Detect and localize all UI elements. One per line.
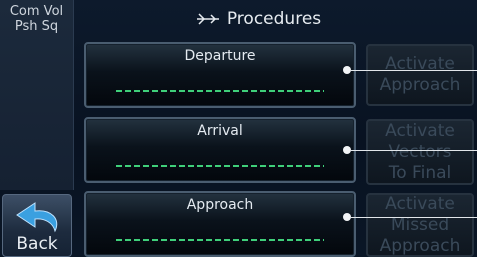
- page-title: Procedures: [226, 9, 322, 29]
- activate-approach-line1: Activate: [385, 54, 455, 74]
- back-button[interactable]: Back: [2, 194, 72, 257]
- activate-vectors-line2: Vectors: [388, 141, 452, 162]
- approach-callout-dot: [343, 213, 351, 221]
- airplane-icon: [196, 13, 219, 25]
- activate-missed-line3: Approach: [379, 235, 461, 256]
- arrival-callout-dot: [343, 146, 351, 154]
- approach-value-dashes: [116, 239, 324, 241]
- back-label: Back: [16, 234, 58, 254]
- activate-vectors-line3: To Final: [388, 162, 452, 183]
- com-vol-line2: Psh Sq: [14, 19, 59, 34]
- activate-approach-button[interactable]: Activate Approach: [366, 44, 474, 106]
- back-arrow-icon: [16, 202, 58, 233]
- activate-missed-button[interactable]: Activate Missed Approach: [366, 193, 474, 257]
- arrival-value-dashes: [116, 165, 324, 167]
- approach-label: Approach: [186, 197, 254, 213]
- arrival-label: Arrival: [197, 123, 243, 139]
- arrival-button[interactable]: Arrival: [84, 117, 356, 183]
- activate-missed-line1: Activate: [385, 193, 455, 214]
- activate-vectors-button[interactable]: Activate Vectors To Final: [366, 119, 474, 185]
- departure-callout-dot: [343, 66, 351, 74]
- departure-value-dashes: [116, 90, 324, 92]
- procedures-screen: Procedures Com Vol Psh Sq Back Departure…: [0, 0, 477, 257]
- departure-button[interactable]: Departure: [84, 42, 356, 108]
- com-vol-label: Com Vol Psh Sq: [0, 0, 74, 190]
- activate-vectors-line1: Activate: [385, 120, 455, 141]
- activate-approach-line2: Approach: [379, 75, 461, 95]
- approach-callout-line: [351, 217, 477, 218]
- title-bar: Procedures: [78, 0, 438, 38]
- com-vol-line1: Com Vol: [9, 4, 64, 19]
- departure-callout-line: [351, 70, 477, 71]
- departure-label: Departure: [184, 48, 256, 64]
- approach-button[interactable]: Approach: [84, 191, 356, 257]
- arrival-callout-line: [351, 150, 477, 151]
